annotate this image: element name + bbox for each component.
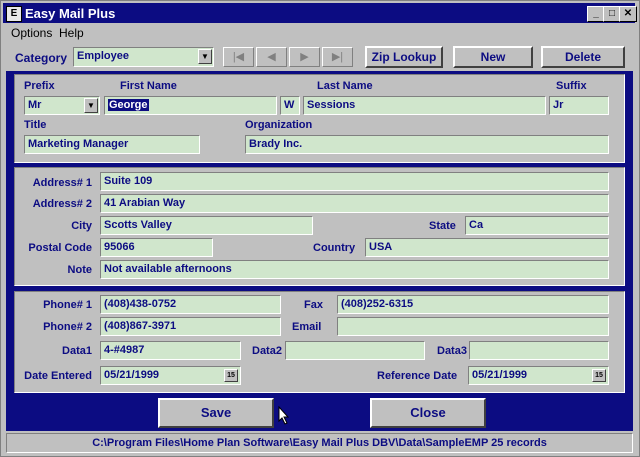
postal-code-field[interactable]: 95066 bbox=[100, 238, 213, 257]
address2-field[interactable]: 41 Arabian Way bbox=[100, 194, 609, 213]
prev-record-button[interactable]: ◀ bbox=[256, 47, 287, 67]
organization-field[interactable]: Brady Inc. bbox=[245, 135, 609, 154]
calendar-icon[interactable]: 15 bbox=[224, 369, 238, 382]
first-name-value: George bbox=[108, 99, 149, 111]
title-bar: E Easy Mail Plus _ □ ✕ bbox=[3, 3, 637, 23]
title-field[interactable]: Marketing Manager bbox=[24, 135, 200, 154]
mouse-cursor-icon bbox=[278, 406, 290, 425]
country-field[interactable]: USA bbox=[365, 238, 609, 257]
date-entered-field[interactable]: 05/21/1999 15 bbox=[100, 366, 241, 385]
prefix-label: Prefix bbox=[24, 80, 55, 92]
reference-date-value: 05/21/1999 bbox=[472, 369, 528, 381]
last-name-label: Last Name bbox=[317, 80, 373, 92]
country-label: Country bbox=[313, 242, 356, 254]
data3-field[interactable] bbox=[469, 341, 609, 360]
close-window-icon[interactable]: ✕ bbox=[619, 6, 637, 22]
first-name-label: First Name bbox=[120, 80, 177, 92]
status-bar: C:\Program Files\Home Plan Software\Easy… bbox=[6, 433, 633, 453]
address2-label: Address# 2 bbox=[32, 198, 92, 210]
data3-label: Data3 bbox=[437, 345, 467, 357]
chevron-down-icon[interactable]: ▼ bbox=[84, 98, 98, 113]
new-button[interactable]: New bbox=[453, 46, 533, 68]
phone1-field[interactable]: (408)438-0752 bbox=[100, 295, 281, 314]
data1-field[interactable]: 4-#4987 bbox=[100, 341, 241, 360]
app-window: E Easy Mail Plus _ □ ✕ Options Help Cate… bbox=[0, 0, 640, 457]
prefix-select[interactable]: Mr ▼ bbox=[24, 96, 100, 115]
suffix-field[interactable]: Jr bbox=[549, 96, 609, 115]
last-record-button[interactable]: ▶| bbox=[322, 47, 353, 67]
window-title: Easy Mail Plus bbox=[25, 6, 116, 21]
phone1-label: Phone# 1 bbox=[43, 299, 92, 311]
delete-button[interactable]: Delete bbox=[541, 46, 625, 68]
reference-date-field[interactable]: 05/21/1999 15 bbox=[468, 366, 609, 385]
data2-field[interactable] bbox=[285, 341, 425, 360]
email-label: Email bbox=[292, 321, 322, 333]
category-select[interactable]: Employee ▼ bbox=[73, 47, 214, 67]
save-button[interactable]: Save bbox=[158, 398, 274, 428]
state-label: State bbox=[429, 220, 456, 232]
last-name-field[interactable]: Sessions bbox=[303, 96, 546, 115]
calendar-icon[interactable]: 15 bbox=[592, 369, 606, 382]
next-record-button[interactable]: ▶ bbox=[289, 47, 320, 67]
city-field[interactable]: Scotts Valley bbox=[100, 216, 313, 235]
postal-code-label: Postal Code bbox=[28, 242, 92, 254]
state-field[interactable]: Ca bbox=[465, 216, 609, 235]
zip-lookup-button[interactable]: Zip Lookup bbox=[365, 46, 443, 68]
menu-help[interactable]: Help bbox=[59, 26, 84, 40]
phone2-label: Phone# 2 bbox=[43, 321, 92, 333]
menu-options[interactable]: Options bbox=[11, 26, 52, 40]
app-icon[interactable]: E bbox=[6, 6, 22, 22]
note-label: Note bbox=[67, 264, 92, 276]
chevron-down-icon[interactable]: ▼ bbox=[198, 49, 212, 64]
suffix-label: Suffix bbox=[556, 80, 587, 92]
middle-initial-field[interactable]: W bbox=[280, 96, 300, 115]
data1-label: Data1 bbox=[62, 345, 92, 357]
category-value: Employee bbox=[77, 50, 129, 62]
address1-field[interactable]: Suite 109 bbox=[100, 172, 609, 191]
first-record-button[interactable]: |◀ bbox=[223, 47, 254, 67]
data2-label: Data2 bbox=[252, 345, 282, 357]
city-label: City bbox=[71, 220, 92, 232]
fax-label: Fax bbox=[304, 299, 323, 311]
note-field[interactable]: Not available afternoons bbox=[100, 260, 609, 279]
phone2-field[interactable]: (408)867-3971 bbox=[100, 317, 281, 336]
first-name-field[interactable]: George bbox=[104, 96, 277, 115]
prefix-value: Mr bbox=[28, 99, 42, 111]
fax-field[interactable]: (408)252-6315 bbox=[337, 295, 609, 314]
title-label: Title bbox=[24, 119, 47, 131]
menu-bar: Options Help bbox=[3, 24, 635, 42]
reference-date-label: Reference Date bbox=[377, 370, 458, 382]
address1-label: Address# 1 bbox=[32, 177, 92, 189]
organization-label: Organization bbox=[245, 119, 313, 131]
date-entered-label: Date Entered bbox=[24, 370, 92, 382]
email-field[interactable] bbox=[337, 317, 609, 336]
category-label: Category bbox=[15, 51, 68, 65]
date-entered-value: 05/21/1999 bbox=[104, 369, 160, 381]
close-button[interactable]: Close bbox=[370, 398, 486, 428]
